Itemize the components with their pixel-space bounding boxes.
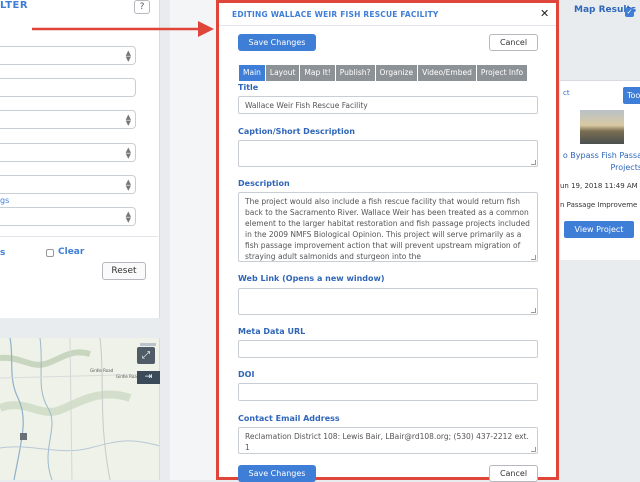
save-changes-button-bottom[interactable]: Save Changes	[238, 465, 316, 482]
filter-select-2[interactable]: ▲ ▼	[0, 110, 136, 129]
contact-email-label: Contact Email Address	[238, 414, 340, 423]
map-features	[0, 338, 159, 480]
updown-caret-icon: ▲ ▼	[125, 210, 131, 224]
filter-tags-link[interactable]: gs	[0, 196, 9, 205]
modal-title: EDITING WALLACE WEIR FISH RESCUE FACILIT…	[232, 10, 439, 19]
modal-tabs: Main Layout Map It! Publish? Organize Vi…	[239, 65, 528, 81]
doi-input[interactable]	[238, 383, 538, 401]
view-project-button[interactable]: View Project	[564, 221, 634, 238]
project-name-link[interactable]: o Bypass Fish Passa Projects	[556, 150, 640, 174]
clear-checkbox[interactable]	[46, 249, 54, 257]
clear-label[interactable]: Clear	[58, 247, 84, 257]
map-road-label: Girdle Road	[90, 368, 114, 373]
tab-map-it[interactable]: Map It!	[300, 65, 335, 81]
filter-select-1[interactable]: ▲ ▼	[0, 46, 136, 65]
filter-panel: LTER ? ▲ ▼ ▲ ▼ ▲ ▼ ▲ ▼ gs ▲ ▼ s Clear Reset	[0, 0, 160, 318]
map-panel-toggle-icon[interactable]: ⇥	[137, 371, 160, 384]
resize-handle-icon[interactable]	[531, 255, 536, 260]
tab-project-info[interactable]: Project Info	[476, 65, 528, 81]
updown-caret-icon: ▲ ▼	[125, 49, 131, 63]
tab-organize[interactable]: Organize	[375, 65, 418, 81]
save-changes-button-top[interactable]: Save Changes	[238, 34, 316, 51]
tab-video-embed[interactable]: Video/Embed	[418, 65, 476, 81]
project-type: n Passage Improveme	[560, 201, 638, 209]
tab-publish[interactable]: Publish?	[335, 65, 375, 81]
close-icon[interactable]: ✕	[540, 7, 549, 20]
updown-caret-icon: ▲ ▼	[125, 178, 131, 192]
reset-button[interactable]: Reset	[102, 262, 146, 280]
caption-textarea[interactable]	[238, 140, 538, 167]
metadata-url-input[interactable]	[238, 340, 538, 358]
metadata-url-label: Meta Data URL	[238, 327, 306, 336]
result-card-header: ct	[563, 89, 570, 97]
description-label: Description	[238, 179, 290, 188]
updown-caret-icon: ▲ ▼	[125, 146, 131, 160]
help-icon[interactable]: ?	[134, 0, 150, 14]
tools-button[interactable]: Too	[623, 87, 640, 104]
description-value: The project would also include a fish re…	[245, 197, 530, 261]
weblink-textarea[interactable]	[238, 288, 538, 315]
cancel-button-bottom[interactable]: Cancel	[489, 465, 538, 482]
caption-label: Caption/Short Description	[238, 127, 355, 136]
weblink-label: Web Link (Opens a new window)	[238, 274, 385, 283]
expand-map-icon[interactable]: ⤢	[137, 347, 155, 364]
project-thumbnail[interactable]	[580, 110, 624, 144]
resize-handle-icon[interactable]	[531, 160, 536, 165]
map-results-checkbox-icon[interactable]: ✓	[625, 8, 634, 17]
project-date: un 19, 2018 11:49 AM	[560, 182, 638, 190]
description-textarea[interactable]: The project would also include a fish re…	[238, 192, 538, 262]
filter-option-label: s	[0, 248, 6, 258]
contact-email-value: Reclamation District 108: Lewis Bair, LB…	[245, 432, 529, 452]
filter-divider	[0, 236, 158, 237]
resize-handle-icon[interactable]	[531, 447, 536, 452]
updown-caret-icon: ▲ ▼	[125, 113, 131, 127]
doi-label: DOI	[238, 370, 255, 379]
modal-header-divider	[219, 25, 556, 26]
filter-select-4[interactable]: ▲ ▼	[0, 175, 136, 194]
contact-email-textarea[interactable]: Reclamation District 108: Lewis Bair, LB…	[238, 427, 538, 454]
map-road-label: Girdle Road	[116, 374, 140, 379]
title-label: Title	[238, 83, 259, 92]
title-input[interactable]: Wallace Weir Fish Rescue Facility	[238, 96, 538, 114]
edit-project-modal: EDITING WALLACE WEIR FISH RESCUE FACILIT…	[216, 0, 559, 482]
pointer-arrow-icon	[32, 21, 214, 37]
filter-select-5[interactable]: ▲ ▼	[0, 207, 136, 226]
resize-handle-icon[interactable]	[531, 308, 536, 313]
cancel-button-top[interactable]: Cancel	[489, 34, 538, 51]
tab-layout[interactable]: Layout	[265, 65, 300, 81]
filter-title: LTER	[0, 0, 29, 11]
map-view[interactable]: Girdle Road Girdle Road	[0, 338, 160, 480]
filter-input-1[interactable]	[0, 78, 136, 97]
tab-main[interactable]: Main	[239, 65, 265, 81]
filter-select-3[interactable]: ▲ ▼	[0, 143, 136, 162]
